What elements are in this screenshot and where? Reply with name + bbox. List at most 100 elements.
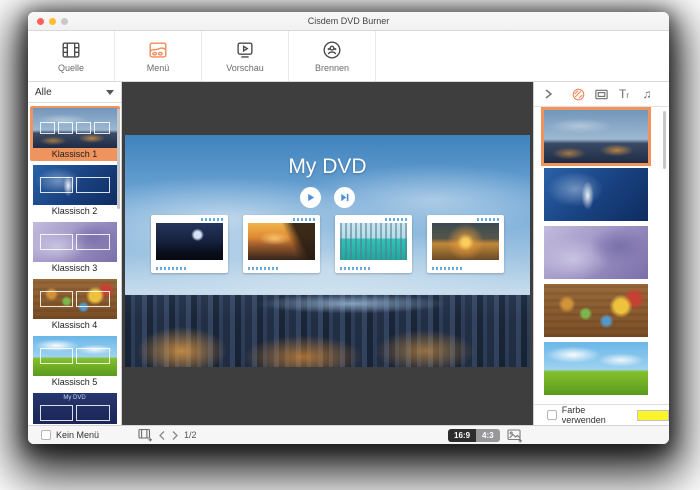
toolbar-button-quelle[interactable]: Quelle <box>28 31 115 81</box>
template-filter-dropdown[interactable]: Alle <box>28 82 121 103</box>
template-name: Klassisch 4 <box>33 319 117 331</box>
video-card-title-placeholder <box>156 267 188 270</box>
dvd-menu-title[interactable]: My DVD <box>125 155 530 179</box>
burn-disc-icon <box>321 39 343 61</box>
template-item-1[interactable]: Klassisch 1 <box>30 106 120 161</box>
traffic-lights <box>37 18 68 25</box>
zoom-button[interactable] <box>61 18 68 25</box>
template-thumbnail <box>33 222 117 262</box>
no-menu-label: Kein Menü <box>56 430 99 440</box>
video-thumbnail <box>156 223 223 260</box>
color-option-row: Farbe verwenden <box>534 404 669 425</box>
video-card-title-placeholder <box>248 267 280 270</box>
main-toolbar: Quelle Menü Vorschau <box>28 31 669 82</box>
template-thumbnail <box>33 108 117 148</box>
tool-music[interactable]: ♫ <box>639 86 655 102</box>
toolbar-label: Brennen <box>315 63 349 73</box>
use-color-label: Farbe verwenden <box>562 405 630 425</box>
video-card-duration-placeholder <box>201 218 223 221</box>
menu-scene-icon <box>147 39 169 61</box>
filter-value: Alle <box>35 87 52 98</box>
template-thumbnail <box>33 279 117 319</box>
aspect-4-3-button[interactable]: 4:3 <box>476 429 500 442</box>
customize-toolbar: Tr ♫ <box>534 82 669 107</box>
toolbar-label: Vorschau <box>226 63 264 73</box>
video-thumbnail <box>432 223 499 260</box>
video-card-title-placeholder <box>340 267 372 270</box>
template-item-4[interactable]: Klassisch 4 <box>30 277 120 332</box>
template-thumbnail: My DVD <box>33 393 117 424</box>
tool-frame[interactable] <box>593 86 609 102</box>
skip-next-icon <box>339 192 350 203</box>
template-item-2[interactable]: Klassisch 2 <box>30 163 120 218</box>
template-frame-placeholders <box>33 336 117 376</box>
template-item-5[interactable]: Klassisch 5 <box>30 334 120 389</box>
chevron-down-icon <box>106 90 114 95</box>
video-thumbnail <box>340 223 407 260</box>
template-item-3[interactable]: Klassisch 3 <box>30 220 120 275</box>
video-card-2[interactable] <box>243 215 320 273</box>
background-item-4[interactable] <box>544 284 648 337</box>
template-name: Klassisch 2 <box>33 205 117 217</box>
video-card-3[interactable] <box>335 215 412 273</box>
collapse-panel-chevron-icon[interactable] <box>542 87 554 101</box>
toolbar-label: Menü <box>147 63 170 73</box>
background-pattern-icon <box>571 87 586 102</box>
menu-buttons <box>125 187 530 208</box>
use-color-checkbox[interactable] <box>547 410 557 420</box>
page-indicator: 1/2 <box>184 430 197 440</box>
color-swatch[interactable] <box>637 410 669 421</box>
template-thumbnail <box>33 165 117 205</box>
text-icon: Tr <box>619 88 629 100</box>
window-title: Cisdem DVD Burner <box>308 16 390 26</box>
toolbar-button-vorschau[interactable]: Vorschau <box>202 31 289 81</box>
background-item-1[interactable] <box>544 110 648 163</box>
video-card-4[interactable] <box>427 215 504 273</box>
template-item-6[interactable]: My DVD <box>30 391 120 424</box>
aspect-16-9-button[interactable]: 16:9 <box>448 429 476 442</box>
video-card-1[interactable] <box>151 215 228 273</box>
template-name: Klassisch 1 <box>33 148 117 160</box>
tool-icon-group: Tr ♫ <box>570 86 655 102</box>
template-list: Klassisch 1 Klassisch 2 Klassisch 3 Klassis… <box>28 103 121 424</box>
tool-text[interactable]: Tr <box>616 86 632 102</box>
template-frame-placeholders <box>33 279 117 319</box>
template-frame-placeholders <box>33 165 117 205</box>
menu-preview-canvas[interactable]: My DVD <box>125 135 530 367</box>
no-menu-option: Kein Menü <box>41 426 99 444</box>
play-icon <box>305 192 316 203</box>
add-image-icon[interactable] <box>507 428 523 443</box>
film-strip-icon <box>60 39 82 61</box>
menu-background-image <box>125 295 530 367</box>
content-area: Alle Klassisch 1Klassisch 2Klassisch 3Kl… <box>28 82 669 425</box>
preview-monitor-icon <box>234 39 256 61</box>
menu-preview-area: My DVD <box>122 82 533 425</box>
next-page-chevron-icon[interactable] <box>171 430 179 441</box>
add-menu-page-icon[interactable] <box>138 428 153 442</box>
video-thumbnail <box>248 223 315 260</box>
previous-page-chevron-icon[interactable] <box>158 430 166 441</box>
bottom-bar: Kein Menü 1/2 16:9 4:3 <box>28 425 669 444</box>
customize-sidebar: Tr ♫ Farbe verwenden <box>533 82 669 425</box>
no-menu-checkbox[interactable] <box>41 430 51 440</box>
music-note-icon: ♫ <box>643 88 652 100</box>
background-item-2[interactable] <box>544 168 648 221</box>
tool-background[interactable] <box>570 86 586 102</box>
background-list-scrollbar[interactable] <box>663 111 666 169</box>
title-bar: Cisdem DVD Burner <box>28 12 669 31</box>
add-background-image-group <box>507 428 523 444</box>
background-item-3[interactable] <box>544 226 648 279</box>
template-frame-placeholders <box>33 222 117 262</box>
video-card-duration-placeholder <box>293 218 315 221</box>
template-list-scrollbar[interactable] <box>117 109 120 209</box>
play-button[interactable] <box>300 187 321 208</box>
background-item-5[interactable] <box>544 342 648 395</box>
aspect-ratio-toggle: 16:9 4:3 <box>448 429 500 442</box>
video-card-title-placeholder <box>432 267 464 270</box>
toolbar-button-brennen[interactable]: Brennen <box>289 31 376 81</box>
skip-next-button[interactable] <box>334 187 355 208</box>
template-sidebar: Alle Klassisch 1Klassisch 2Klassisch 3Kl… <box>28 82 122 425</box>
minimize-button[interactable] <box>49 18 56 25</box>
close-button[interactable] <box>37 18 44 25</box>
toolbar-button-menu[interactable]: Menü <box>115 31 202 81</box>
